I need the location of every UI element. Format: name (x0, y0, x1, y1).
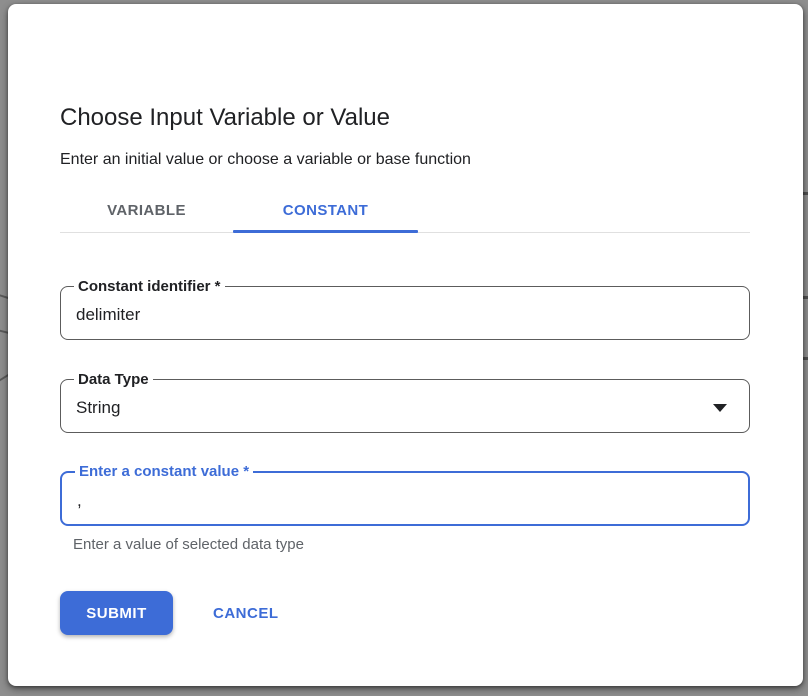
dialog-subtitle: Enter an initial value or choose a varia… (60, 151, 471, 168)
tab-constant-label: CONSTANT (282, 201, 369, 219)
tab-constant[interactable]: CONSTANT (233, 188, 418, 233)
dropdown-arrow-icon[interactable] (713, 404, 727, 412)
tab-variable[interactable]: VARIABLE (60, 188, 233, 232)
data-type-field[interactable]: Data Type String (60, 370, 750, 433)
data-type-select[interactable]: String (61, 380, 749, 432)
dialog-actions: SUBMIT CANCEL (60, 591, 750, 635)
dialog-title: Choose Input Variable or Value (60, 104, 390, 131)
submit-button[interactable]: SUBMIT (60, 591, 173, 635)
background-edge-line (0, 368, 8, 386)
constant-value-helper: Enter a value of selected data type (73, 536, 304, 553)
choose-input-dialog: Choose Input Variable or Value Enter an … (8, 4, 803, 686)
constant-value-field: Enter a constant value * (60, 462, 750, 526)
constant-value-label: Enter a constant value * (75, 462, 254, 481)
background-edge-line (0, 291, 8, 303)
data-type-label: Data Type (74, 370, 153, 389)
constant-identifier-label: Constant identifier * (74, 277, 225, 296)
backdrop-left-artifacts (0, 0, 8, 696)
cancel-button[interactable]: CANCEL (197, 595, 295, 632)
constant-identifier-field: Constant identifier * (60, 277, 750, 340)
background-edge-line (0, 327, 8, 337)
tab-bar: VARIABLE CONSTANT (60, 188, 750, 233)
tab-variable-label: VARIABLE (107, 201, 186, 219)
